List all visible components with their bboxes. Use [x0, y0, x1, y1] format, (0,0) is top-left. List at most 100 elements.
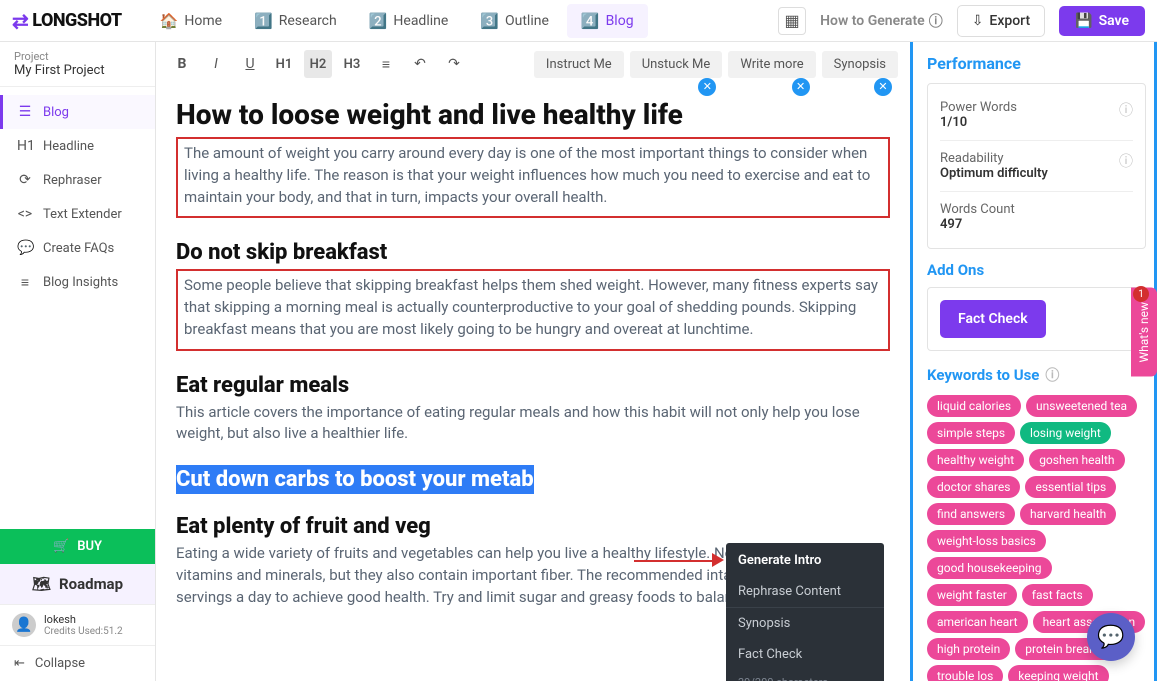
info-icon[interactable]: ⓘ [1119, 151, 1133, 171]
breakfast-paragraph[interactable]: Some people believe that skipping breakf… [184, 275, 882, 340]
keyword-pill[interactable]: simple steps [927, 422, 1015, 444]
nav-blog[interactable]: 4️⃣Blog [567, 4, 648, 38]
keyword-pill[interactable]: fast facts [1022, 584, 1093, 606]
keyword-pill[interactable]: harvard health [1020, 503, 1116, 525]
keyword-pill[interactable]: american heart [927, 611, 1028, 633]
keyword-pill[interactable]: liquid calories [927, 395, 1021, 417]
user-row[interactable]: 👤 lokesh Credits Used:51.2 [0, 604, 155, 645]
regular-meals-paragraph[interactable]: This article covers the importance of ea… [176, 402, 890, 446]
unstuck-label: Unstuck Me [642, 57, 711, 72]
info-icon[interactable]: ⓘ [1119, 100, 1133, 120]
power-words-label: Power Words [940, 100, 1017, 115]
info-icon[interactable]: ⓘ [1045, 365, 1059, 385]
project-label: Project [14, 50, 141, 63]
underline-button[interactable]: U [236, 50, 264, 78]
keyword-pill[interactable]: good housekeeping [927, 557, 1052, 579]
map-icon: 🗺 [32, 575, 51, 593]
heading-fruit-veg[interactable]: Eat plenty of fruit and veg [176, 514, 890, 539]
nav-outline[interactable]: 3️⃣ Outline [466, 4, 563, 38]
bold-button[interactable]: B [168, 50, 196, 78]
insights-icon: ≡ [17, 274, 33, 291]
keyword-pill[interactable]: losing weight [1020, 422, 1111, 444]
keywords-title-label: Keywords to Use [927, 366, 1039, 384]
ctx-rephrase[interactable]: Rephrase Content [726, 576, 884, 607]
annotation-arrow [634, 560, 719, 562]
home-icon: 🏠 [160, 12, 179, 30]
collapse-button[interactable]: ⇤Collapse [0, 645, 155, 681]
project-selector[interactable]: Project My First Project [0, 42, 155, 87]
logo-icon: ⇄ [12, 9, 28, 33]
roadmap-button[interactable]: 🗺Roadmap [0, 564, 155, 604]
blog-title[interactable]: How to loose weight and live healthy lif… [176, 98, 890, 131]
words-count-value: 497 [940, 217, 1015, 232]
editor[interactable]: How to loose weight and live healthy lif… [156, 86, 910, 681]
present-icon[interactable]: ▦ [778, 7, 806, 35]
nav-headline[interactable]: 2️⃣Headline [355, 4, 463, 38]
keyword-pill[interactable]: essential tips [1025, 476, 1116, 498]
chat-fab[interactable]: 💬 [1087, 613, 1135, 661]
headline-icon: H1 [17, 138, 33, 154]
synopsis-label: Synopsis [834, 57, 886, 72]
buy-button[interactable]: 🛒BUY [0, 529, 155, 564]
avatar: 👤 [12, 613, 36, 637]
ctx-fact-check[interactable]: Fact Check [726, 639, 884, 670]
how-to-generate[interactable]: How to Generateⓘ [820, 11, 943, 31]
list-button[interactable]: ≡ [372, 50, 400, 78]
sidebar-item-faqs[interactable]: 💬Create FAQs [0, 231, 155, 265]
h2-button[interactable]: H2 [304, 50, 332, 78]
undo-button[interactable]: ↶ [406, 50, 434, 78]
sidebar-faqs-label: Create FAQs [43, 241, 114, 256]
rephraser-icon: ⟳ [17, 172, 33, 188]
fact-check-button[interactable]: Fact Check [940, 300, 1046, 338]
context-menu: Generate Intro Rephrase Content Synopsis… [726, 543, 884, 681]
nav-research[interactable]: 1️⃣Research [240, 4, 351, 38]
keyword-pill[interactable]: unsweetened tea [1026, 395, 1137, 417]
write-more-button[interactable]: Write more✕ [728, 51, 815, 78]
keyword-pill[interactable]: high protein [927, 638, 1010, 660]
export-button[interactable]: ⇩Export [957, 5, 1045, 37]
sidebar-blog-label: Blog [43, 105, 69, 120]
keyword-pill[interactable]: healthy weight [927, 449, 1024, 471]
save-button[interactable]: 💾Save [1059, 6, 1145, 36]
cart-icon: 🛒 [53, 539, 69, 554]
sidebar-item-extender[interactable]: <>Text Extender [0, 197, 155, 231]
logo-text: LONGSHOT [32, 10, 121, 31]
ctx-generate-intro[interactable]: Generate Intro [726, 545, 884, 576]
nav-home[interactable]: 🏠Home [146, 4, 236, 38]
extender-icon: <> [17, 206, 33, 222]
keyword-pill[interactable]: goshen health [1029, 449, 1124, 471]
ctx-synopsis[interactable]: Synopsis [726, 608, 884, 639]
heading-breakfast[interactable]: Do not skip breakfast [176, 240, 890, 265]
instruct-me-button[interactable]: Instruct Me [534, 51, 624, 78]
project-name: My First Project [14, 63, 141, 78]
keyword-pill[interactable]: doctor shares [927, 476, 1020, 498]
heading-carbs[interactable]: Cut down carbs to boost your metab [176, 467, 890, 492]
logo[interactable]: ⇄ LONGSHOT [12, 9, 122, 33]
power-words-value: 1/10 [940, 115, 1017, 130]
addons-title: Add Ons [927, 261, 1146, 279]
synopsis-button[interactable]: Synopsis✕ [822, 51, 898, 78]
user-name: lokesh [44, 613, 123, 626]
sidebar-item-rephraser[interactable]: ⟳ Rephraser [0, 163, 155, 197]
keyword-pill[interactable]: find answers [927, 503, 1015, 525]
h1-button[interactable]: H1 [270, 50, 298, 78]
performance-title: Performance [927, 54, 1146, 73]
collapse-icon: ⇤ [14, 656, 25, 671]
step-3-icon: 3️⃣ [480, 12, 499, 30]
intro-paragraph[interactable]: The amount of weight you carry around ev… [184, 143, 882, 208]
sidebar-item-headline[interactable]: H1Headline [0, 129, 155, 163]
h3-button[interactable]: H3 [338, 50, 366, 78]
words-count-label: Words Count [940, 202, 1015, 217]
nav-outline-label: Outline [505, 13, 549, 29]
heading-regular-meals[interactable]: Eat regular meals [176, 373, 890, 398]
sidebar-rephraser-label: Rephraser [43, 173, 102, 188]
sidebar-item-insights[interactable]: ≡Blog Insights [0, 265, 155, 300]
keyword-pill[interactable]: weight-loss basics [927, 530, 1046, 552]
sidebar-item-blog[interactable]: ☰Blog [0, 95, 155, 129]
keyword-pill[interactable]: keeping weight [1008, 665, 1108, 681]
redo-button[interactable]: ↷ [440, 50, 468, 78]
keyword-pill[interactable]: trouble los [927, 665, 1003, 681]
italic-button[interactable]: I [202, 50, 230, 78]
unstuck-me-button[interactable]: Unstuck Me✕ [630, 51, 723, 78]
keyword-pill[interactable]: weight faster [927, 584, 1017, 606]
